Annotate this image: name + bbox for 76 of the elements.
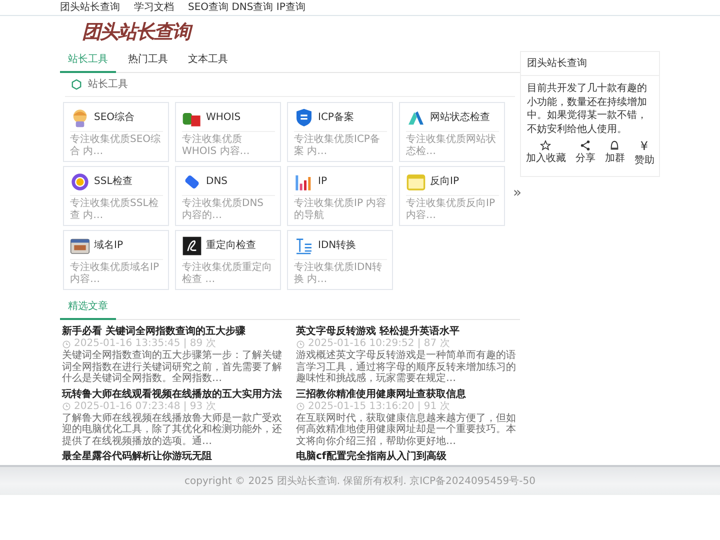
shield-icon — [294, 108, 314, 128]
tool-name: 网站状态检查 — [430, 110, 490, 125]
article-excerpt: 关键词全网指数查询的五大步骤第一步：了解关键词全网指数在进行关键词研究之前，首先需要了解什么是关键词全网指数。全网指数… — [62, 350, 283, 384]
action-button[interactable]: ¥ 赞助 — [634, 140, 654, 168]
clock-icon — [62, 340, 71, 348]
clock-icon — [296, 340, 305, 348]
action-button[interactable]: 分享 — [575, 140, 596, 168]
tool-card[interactable]: ICP备案 专注收集优质ICP备案 内… — [287, 102, 393, 162]
nav-link[interactable]: 学习文档 — [134, 0, 174, 15]
article-meta: 2025-01-16 07:23:48 | 93 次 — [74, 400, 216, 412]
article-title[interactable]: 最全星露谷代码解析让你游玩无阻 — [62, 450, 286, 463]
tab[interactable]: 文本工具 — [180, 49, 236, 73]
tool-card[interactable]: IP 专注收集优质IP 内容的导航 — [287, 166, 393, 226]
more-button[interactable]: » — [513, 183, 522, 204]
tool-card[interactable]: SEO综合 专注收集优质SEO综合 内… — [63, 102, 169, 162]
article-excerpt: 游戏概述英文字母反转游戏是一种简单而有趣的语言学习工具，通过将字母的顺序反转来增加练习的趣味性和挑战感，玩家需要在规定… — [296, 350, 517, 384]
action-button[interactable]: 加群 — [604, 140, 625, 168]
tool-card[interactable]: 重定向检查 专注收集优质重定向检查 … — [175, 230, 281, 290]
tool-description: 专注收集优质重定向检查 … — [182, 259, 275, 286]
article-meta: 2025-01-16 10:29:52 | 87 次 — [308, 338, 450, 350]
tool-description: 专注收集优质DNS 内容的… — [182, 195, 275, 222]
tool-name: WHOIS — [206, 111, 241, 125]
browser-window-icon — [406, 172, 426, 192]
tool-description: 专注收集优质IDN转换 内… — [294, 259, 387, 286]
clock-icon — [296, 402, 305, 411]
section-title: 站长工具 — [88, 78, 128, 92]
tool-description: 专注收集优质SEO综合 内… — [70, 131, 163, 158]
tool-description: 专注收集优质SSL检查 内… — [70, 195, 163, 222]
article-meta: 2025-01-16 13:35:45 | 89 次 — [74, 338, 216, 350]
share-icon — [580, 140, 591, 151]
tool-description: 专注收集优质网站状态检… — [406, 131, 499, 158]
nav-link[interactable]: 团头站长查询 — [60, 0, 120, 15]
window-icon — [70, 236, 90, 256]
article-title[interactable]: 三招教你精准使用健康网址查获取信息 — [296, 388, 520, 400]
sidebar-text: 目前共开发了几十款有趣的小功能，数量还在持续增加中。如果觉得某一款不错，不妨安利给他人使用。 — [526, 82, 648, 136]
article-excerpt: 了解鲁大师在线视频在线播放鲁大师是一款广受欢迎的电脑优化工具，除了其优化和检测功能外，还提供了在线视频播放的选项。通… — [62, 412, 283, 447]
article-title[interactable]: 新手必看 关键词全网指数查询的五大步骤 — [62, 325, 286, 338]
bell-icon — [609, 140, 620, 151]
tool-name: DNS — [206, 175, 228, 189]
ring-icon — [70, 172, 90, 192]
article-excerpt: 在互联网时代，获取健康信息越来越方便了，但如何高效精准地使用健康网址却是一个重要技巧。本文将向你介绍三招，帮助你更好地… — [296, 412, 517, 447]
tool-description: 专注收集优质WHOIS 内容… — [182, 131, 275, 158]
tool-card[interactable]: 域名IP 专注收集优质域名IP 内容… — [63, 230, 169, 290]
tool-name: ICP备案 — [318, 110, 354, 125]
article-title[interactable]: 电脑cf配置完全指南从入门到高级 — [296, 450, 520, 463]
tool-name: SEO综合 — [94, 110, 135, 125]
tool-description: 专注收集优质域名IP 内容… — [70, 259, 163, 286]
tool-card[interactable]: 反向IP 专注收集优质反向IP 内容… — [399, 166, 505, 226]
article-meta: 2025-01-15 13:16:20 | 91 次 — [308, 400, 450, 412]
article-title[interactable]: 玩转鲁大师在线观看视频在线播放的五大实用方法 — [62, 388, 286, 400]
hexagon-icon — [71, 79, 82, 90]
tool-name: 反向IP — [430, 175, 459, 189]
tool-card[interactable]: WHOIS 专注收集优质WHOIS 内容… — [175, 102, 281, 162]
tab[interactable]: 热门工具 — [120, 49, 176, 73]
tool-name: 重定向检查 — [206, 238, 256, 253]
nav-link[interactable]: SEO查询 DNS查询 IP查询 — [188, 0, 306, 15]
tool-card[interactable]: DNS 专注收集优质DNS 内容的… — [175, 166, 281, 226]
tool-name: 域名IP — [94, 238, 123, 253]
tool-card[interactable]: 网站状态检查 专注收集优质网站状态检… — [399, 102, 505, 162]
action-button[interactable]: 加入收藏 — [526, 140, 566, 168]
tool-description: 专注收集优质反向IP 内容… — [406, 195, 499, 222]
tool-name: IP — [318, 175, 327, 189]
star-icon — [540, 140, 552, 151]
tool-name: IDN转换 — [318, 239, 356, 253]
tool-card[interactable]: IDN转换 专注收集优质IDN转换 内… — [287, 230, 393, 290]
article-title[interactable]: 英文字母反转游戏 轻松提升英语水平 — [296, 325, 520, 338]
signature-icon — [182, 236, 202, 256]
tool-name: SSL检查 — [94, 174, 132, 189]
text-lines-icon — [294, 236, 314, 256]
copyright-text: copyright © 2025 团头站长查询. 保留所有权利. 京ICP备2024095459号-50 — [184, 474, 536, 488]
logo[interactable]: 团头站长查询 — [82, 18, 190, 47]
tool-description: 专注收集优质IP 内容的导航 — [294, 195, 387, 222]
clock-icon — [62, 402, 71, 411]
sidebar-title: 团头站长查询 — [521, 52, 659, 76]
tool-card[interactable]: SSL检查 专注收集优质SSL检查 内… — [63, 166, 169, 226]
tool-description: 专注收集优质ICP备案 内… — [294, 131, 387, 158]
